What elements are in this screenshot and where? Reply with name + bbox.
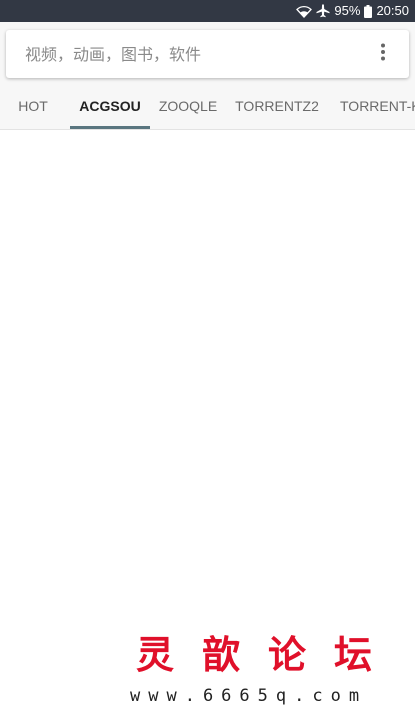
tab-hot[interactable]: HOT <box>0 84 66 129</box>
watermark-title: 灵歆论坛 <box>136 632 401 677</box>
tab-torrent-ki[interactable]: TORRENT-KI <box>340 84 415 129</box>
watermark-url: www.6665q.com <box>130 686 368 706</box>
tab-torrentz2[interactable]: TORRENTZ2 <box>230 84 324 129</box>
overflow-menu-button[interactable] <box>371 42 395 66</box>
status-icons: 95% 20:50 <box>296 0 409 22</box>
battery-percent: 95% <box>334 3 361 18</box>
clock: 20:50 <box>376 3 409 18</box>
airplane-icon <box>316 4 330 18</box>
active-tab-indicator <box>70 126 150 129</box>
wifi-icon <box>296 5 313 18</box>
search-bar <box>6 30 409 78</box>
battery-icon <box>364 4 373 18</box>
status-bar: 95% 20:50 <box>0 0 415 22</box>
tab-acgsou[interactable]: ACGSOU <box>70 84 150 129</box>
tab-zooqle[interactable]: ZOOQLE <box>154 84 222 129</box>
tab-bar: HOT ACGSOU ZOOQLE TORRENTZ2 TORRENT-KI <box>0 84 415 130</box>
search-input[interactable] <box>25 30 365 78</box>
app-header: HOT ACGSOU ZOOQLE TORRENTZ2 TORRENT-KI <box>0 22 415 130</box>
more-vert-icon <box>381 43 385 65</box>
